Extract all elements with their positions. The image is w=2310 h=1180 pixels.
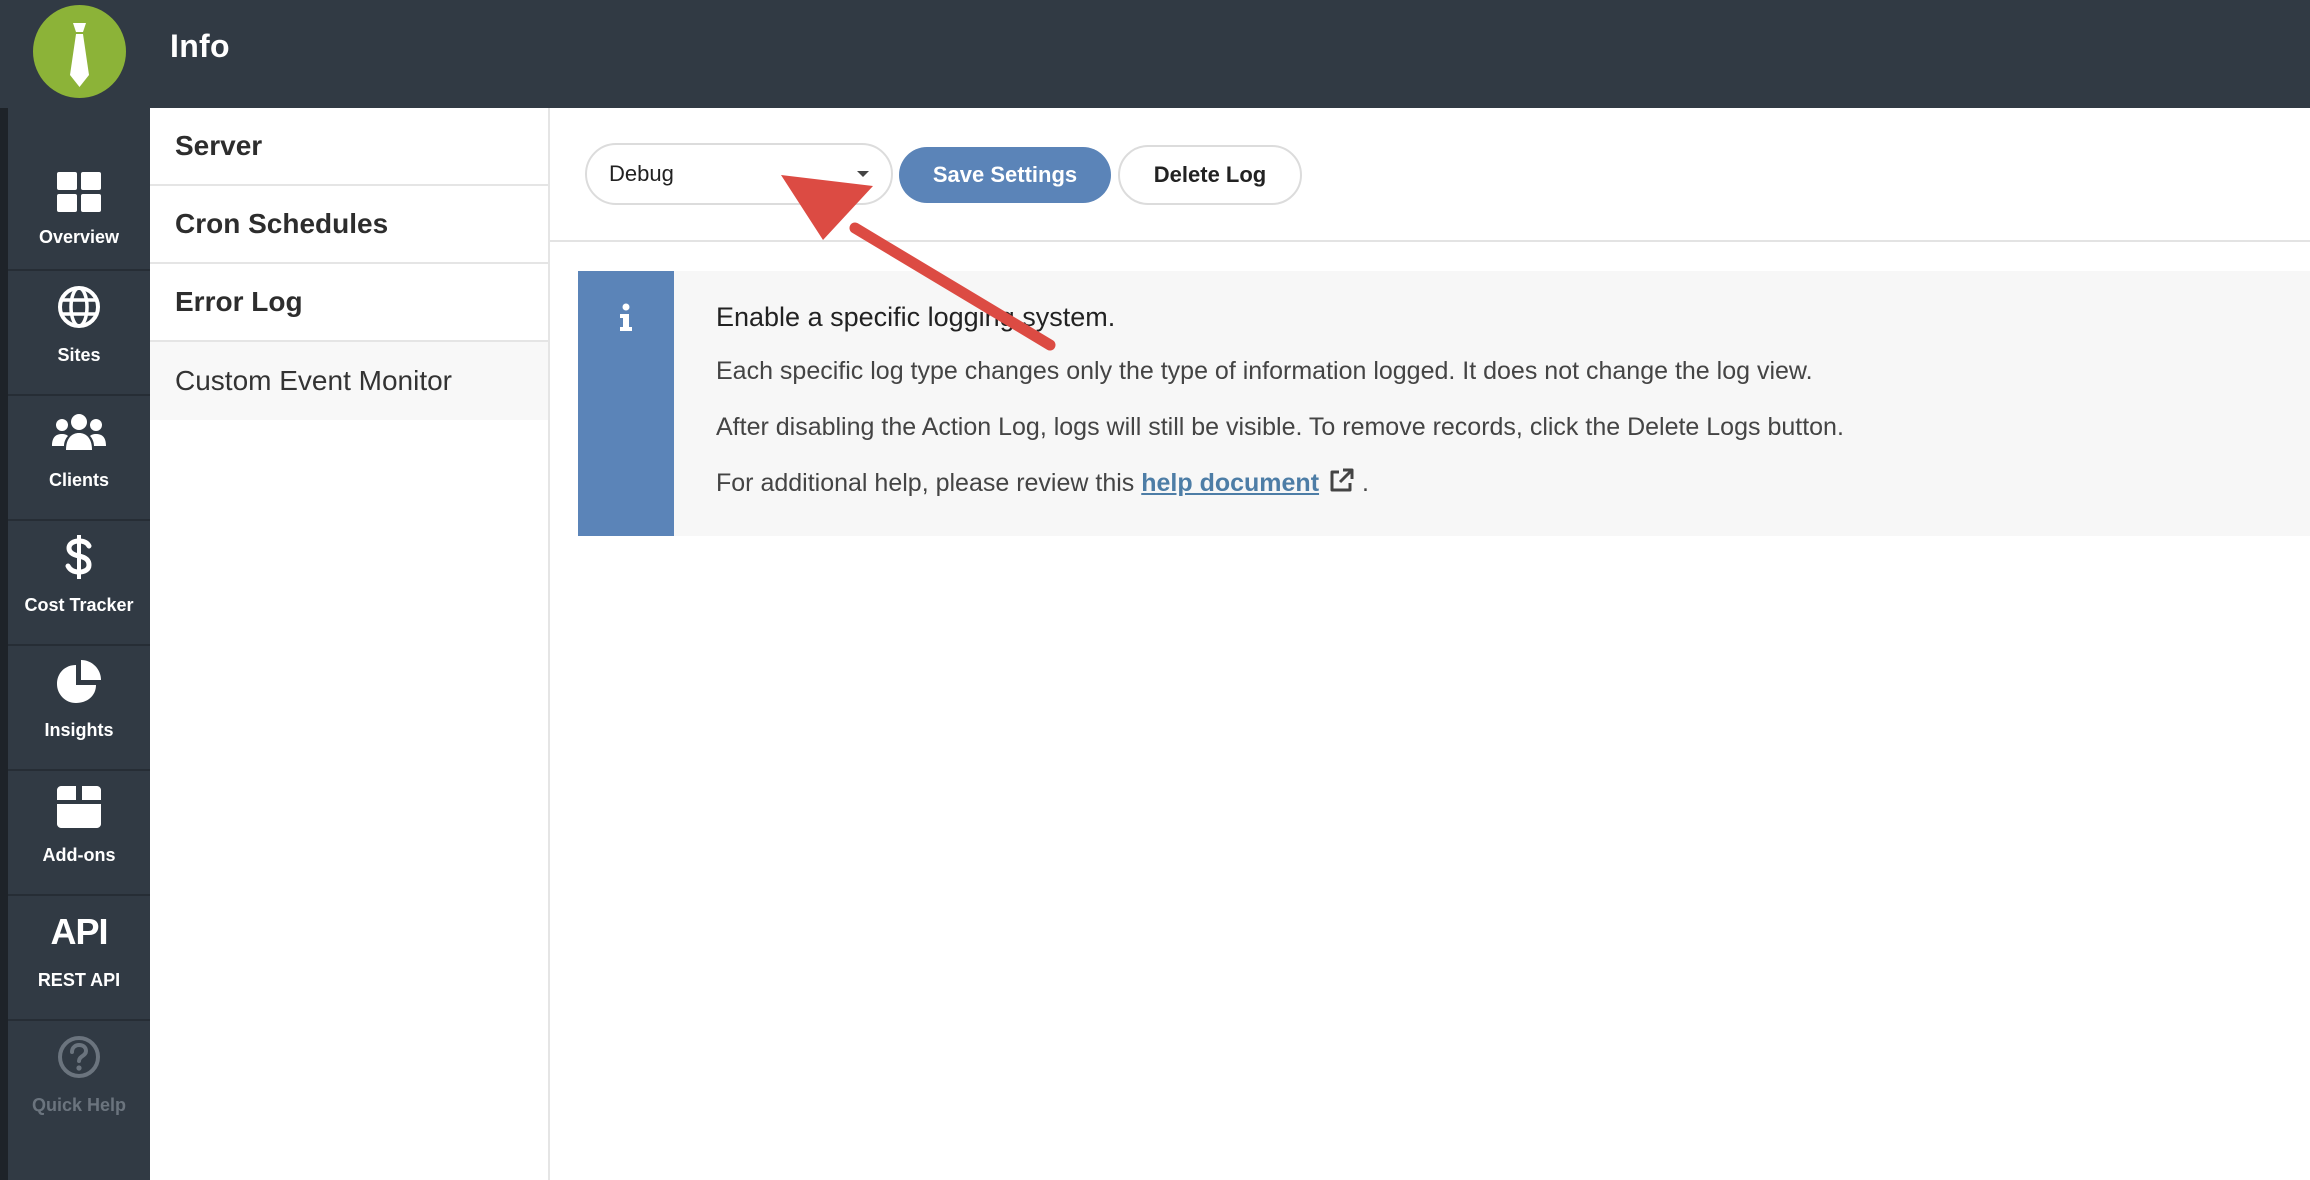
nav-item-insights[interactable]: Insights bbox=[8, 648, 150, 771]
nav-label: Sites bbox=[57, 345, 101, 365]
dollar-icon bbox=[8, 533, 150, 581]
globe-icon bbox=[8, 283, 150, 331]
nav-item-overview[interactable]: Overview bbox=[8, 148, 150, 271]
subnav-item-server[interactable]: Server bbox=[150, 108, 548, 186]
api-icon: API bbox=[50, 911, 108, 952]
log-toolbar: Debug Save Settings Delete Log bbox=[550, 108, 2310, 242]
info-subnav: Server Cron Schedules Error Log Custom E… bbox=[150, 108, 550, 1180]
log-type-select[interactable]: Debug bbox=[585, 143, 893, 205]
info-icon bbox=[620, 303, 632, 331]
nav-label: Overview bbox=[38, 227, 120, 247]
caret-down-icon bbox=[857, 171, 869, 177]
page-title: Info bbox=[170, 28, 230, 64]
nav-label: Clients bbox=[48, 470, 109, 490]
notice-line: After disabling the Action Log, logs wil… bbox=[716, 413, 1844, 441]
help-suffix: . bbox=[1362, 469, 1369, 497]
nav-label: Insights bbox=[44, 720, 114, 740]
nav-label: Cost Tracker bbox=[24, 595, 134, 615]
users-icon bbox=[8, 408, 150, 456]
nav-item-clients[interactable]: Clients bbox=[8, 398, 150, 521]
notice-stripe bbox=[578, 271, 674, 536]
pie-chart-icon bbox=[8, 658, 150, 706]
nav-label: Quick Help bbox=[31, 1095, 127, 1115]
notice-title: Enable a specific logging system. bbox=[716, 302, 1116, 332]
help-prefix: For additional help, please review this bbox=[716, 469, 1135, 497]
top-header: Info bbox=[0, 0, 2310, 108]
grid-icon bbox=[8, 168, 150, 216]
nav-label: REST API bbox=[37, 970, 121, 990]
notice-help-line: For additional help, please review this … bbox=[716, 467, 2276, 499]
subnav-item-custom-event-monitor[interactable]: Custom Event Monitor bbox=[150, 342, 548, 420]
info-notice: Enable a specific logging system. Each s… bbox=[578, 271, 2310, 536]
log-type-value: Debug bbox=[609, 161, 674, 186]
notice-line: Each specific log type changes only the … bbox=[716, 357, 1813, 385]
nav-rail: Overview Sites Clients Cost Tracker Insi… bbox=[8, 108, 150, 1180]
external-link-icon[interactable] bbox=[1327, 467, 1355, 495]
subnav-item-error-log[interactable]: Error Log bbox=[150, 264, 548, 342]
question-circle-icon bbox=[8, 1033, 150, 1081]
window-edge bbox=[0, 0, 8, 1180]
delete-log-button[interactable]: Delete Log bbox=[1118, 145, 1302, 205]
nav-label: Add-ons bbox=[42, 845, 116, 865]
notice-body: Enable a specific logging system. Each s… bbox=[716, 301, 2276, 499]
necktie-icon bbox=[70, 23, 89, 87]
nav-item-cost-tracker[interactable]: Cost Tracker bbox=[8, 523, 150, 646]
nav-item-sites[interactable]: Sites bbox=[8, 273, 150, 396]
save-settings-button[interactable]: Save Settings bbox=[899, 147, 1111, 203]
help-document-link[interactable]: help document bbox=[1141, 469, 1319, 497]
nav-item-add-ons[interactable]: Add-ons bbox=[8, 773, 150, 896]
box-icon bbox=[8, 783, 150, 831]
subnav-item-cron-schedules[interactable]: Cron Schedules bbox=[150, 186, 548, 264]
nav-item-quick-help[interactable]: Quick Help bbox=[8, 1023, 150, 1146]
nav-item-rest-api[interactable]: API REST API bbox=[8, 898, 150, 1021]
app-logo[interactable] bbox=[33, 5, 126, 98]
